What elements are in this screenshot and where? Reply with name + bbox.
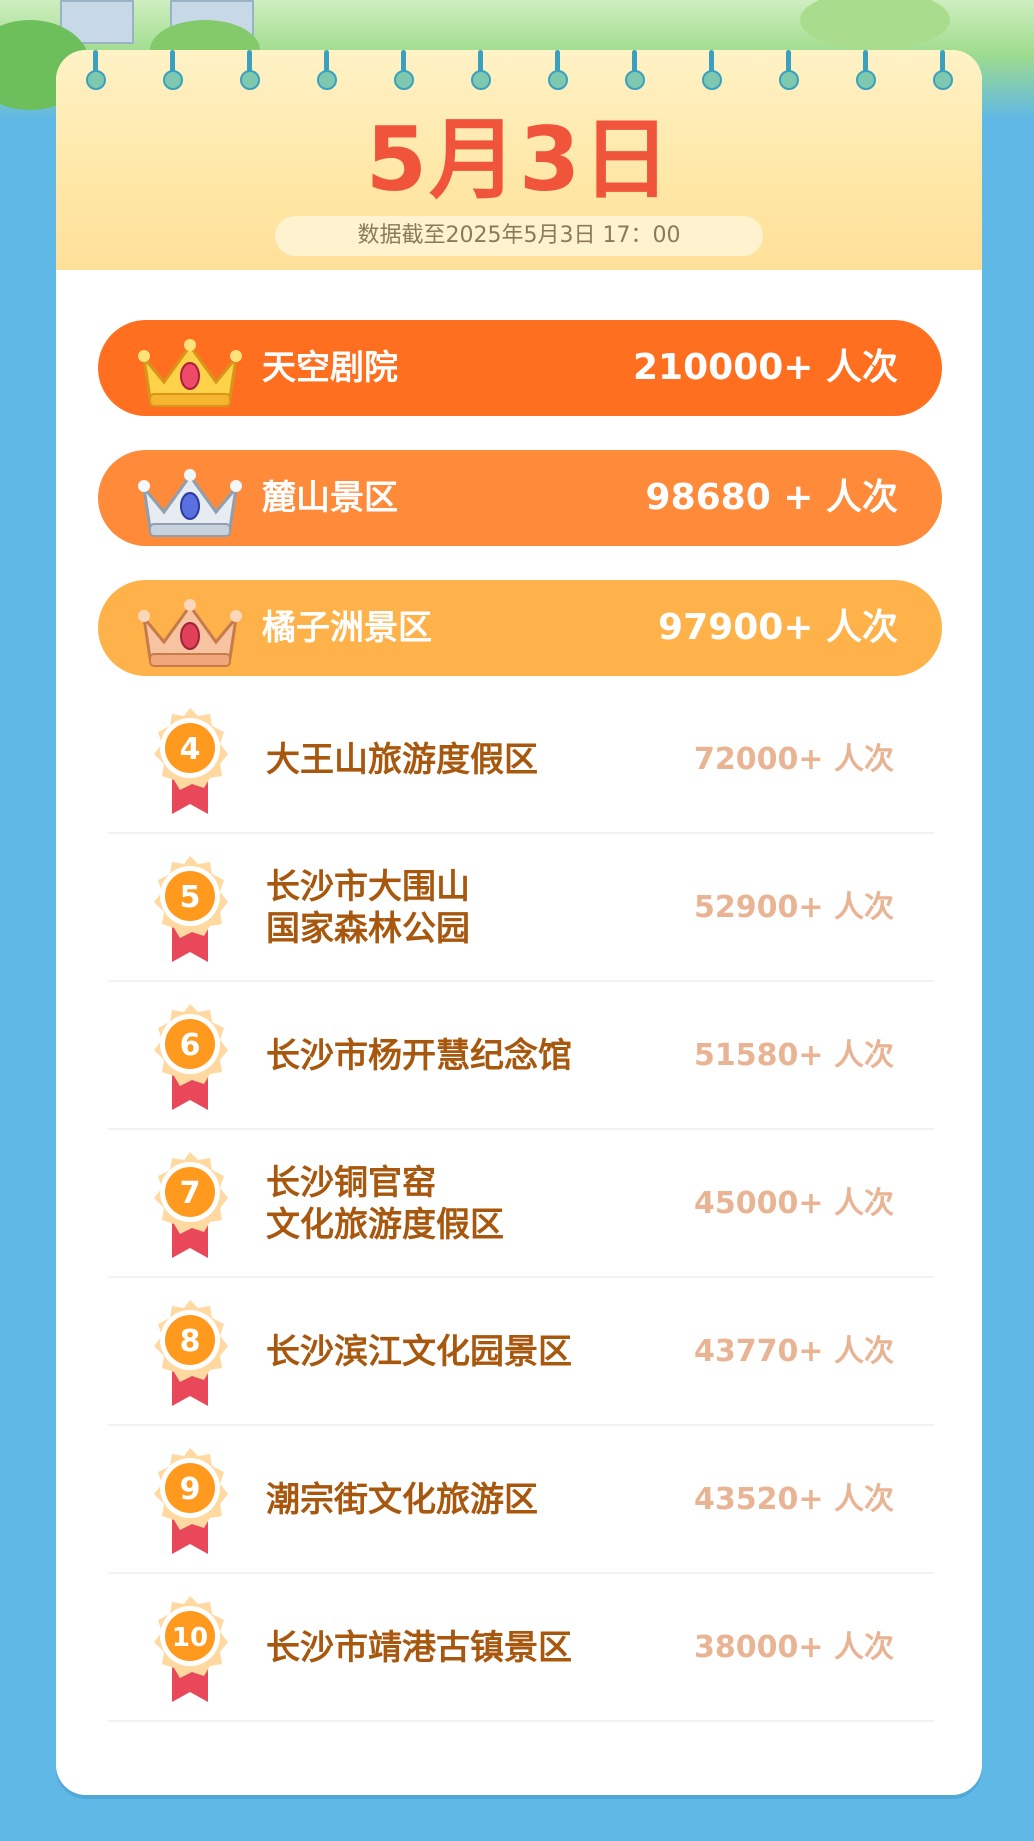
venue-name-line2: 国家森林公园: [266, 909, 470, 949]
binder-ring: [240, 70, 260, 90]
venue-name: 长沙铜官窑 文化旅游度假区: [266, 1130, 686, 1278]
venue-name-line1: 长沙市靖港古镇景区: [266, 1628, 572, 1668]
rank-medal-icon: 5: [154, 856, 228, 962]
venue-name-line1: 长沙市杨开慧纪念馆: [266, 1036, 572, 1076]
visitor-count: 45000+ 人次: [694, 1186, 894, 1221]
venue-name: 天空剧院: [262, 348, 398, 388]
visitor-count: 97900+ 人次: [658, 607, 898, 648]
date-title: 5月3日: [365, 108, 673, 211]
binder-ring: [548, 70, 568, 90]
binder-ring: [856, 70, 876, 90]
venue-name-line2: 文化旅游度假区: [266, 1205, 504, 1245]
rank-number: 5: [180, 880, 201, 915]
row-divider: [108, 1720, 934, 1722]
visitor-count: 210000+ 人次: [633, 347, 898, 388]
visitor-count: 72000+ 人次: [694, 742, 894, 777]
binder-ring: [625, 70, 645, 90]
rank-medal-icon: 4: [154, 708, 228, 814]
visitor-count: 52900+ 人次: [694, 890, 894, 925]
visitor-count: 51580+ 人次: [694, 1038, 894, 1073]
venue-name-line1: 潮宗街文化旅游区: [266, 1480, 538, 1520]
rank-row-8: 8 长沙滨江文化园景区 43770+ 人次: [108, 1278, 934, 1426]
venue-name: 潮宗街文化旅游区: [266, 1426, 686, 1574]
visitor-count: 98680 + 人次: [645, 477, 898, 518]
rank-medal-icon: 7: [154, 1152, 228, 1258]
rank-number: 7: [180, 1176, 201, 1211]
rank-row-10: 10 长沙市靖港古镇景区 38000+ 人次: [108, 1574, 934, 1722]
venue-name: 大王山旅游度假区: [266, 686, 686, 834]
rank-medal-icon: 9: [154, 1448, 228, 1554]
gold-crown-icon: [138, 339, 242, 407]
rank-number: 10: [172, 1623, 208, 1653]
silver-crown-icon: [138, 469, 242, 537]
visitor-count: 43770+ 人次: [694, 1334, 894, 1369]
binder-ring: [779, 70, 799, 90]
rank-row-4: 4 大王山旅游度假区 72000+ 人次: [108, 686, 934, 834]
venue-name: 麓山景区: [262, 478, 398, 518]
rank-row-7: 7 长沙铜官窑 文化旅游度假区 45000+ 人次: [108, 1130, 934, 1278]
rank-number: 8: [180, 1324, 201, 1359]
rank-row-6: 6 长沙市杨开慧纪念馆 51580+ 人次: [108, 982, 934, 1130]
rank-row-2: 麓山景区 98680 + 人次: [98, 450, 942, 546]
venue-name-line1: 长沙滨江文化园景区: [266, 1332, 572, 1372]
rank-number: 6: [180, 1028, 201, 1063]
binder-ring: [163, 70, 183, 90]
rank-medal-icon: 6: [154, 1004, 228, 1110]
venue-name-line1: 长沙市大围山: [266, 867, 470, 907]
rank-medal-icon: 10: [154, 1596, 228, 1702]
venue-name: 长沙市大围山 国家森林公园: [266, 834, 686, 982]
rank-number: 9: [180, 1472, 201, 1507]
venue-name-line1: 大王山旅游度假区: [266, 740, 538, 780]
data-timestamp: 数据截至2025年5月3日 17：00: [275, 216, 763, 256]
bronze-crown-icon: [138, 599, 242, 667]
binder-ring: [471, 70, 491, 90]
rank-row-5: 5 长沙市大围山 国家森林公园 52900+ 人次: [108, 834, 934, 982]
venue-name-line1: 长沙铜官窑: [266, 1163, 436, 1203]
binder-ring: [394, 70, 414, 90]
rank-medal-icon: 8: [154, 1300, 228, 1406]
venue-name: 橘子洲景区: [262, 608, 432, 648]
binder-rings: [56, 50, 982, 100]
binder-ring: [317, 70, 337, 90]
binder-ring: [933, 70, 953, 90]
rank-row-1: 天空剧院 210000+ 人次: [98, 320, 942, 416]
rank-row-9: 9 潮宗街文化旅游区 43520+ 人次: [108, 1426, 934, 1574]
venue-name: 长沙市杨开慧纪念馆: [266, 982, 686, 1130]
rank-row-3: 橘子洲景区 97900+ 人次: [98, 580, 942, 676]
venue-name: 长沙市靖港古镇景区: [266, 1574, 686, 1722]
visitor-count: 38000+ 人次: [694, 1630, 894, 1665]
visitor-count: 43520+ 人次: [694, 1482, 894, 1517]
binder-ring: [702, 70, 722, 90]
venue-name: 长沙滨江文化园景区: [266, 1278, 686, 1426]
rank-number: 4: [180, 732, 201, 767]
binder-ring: [86, 70, 106, 90]
card-header: 5月3日 数据截至2025年5月3日 17：00: [56, 50, 982, 270]
